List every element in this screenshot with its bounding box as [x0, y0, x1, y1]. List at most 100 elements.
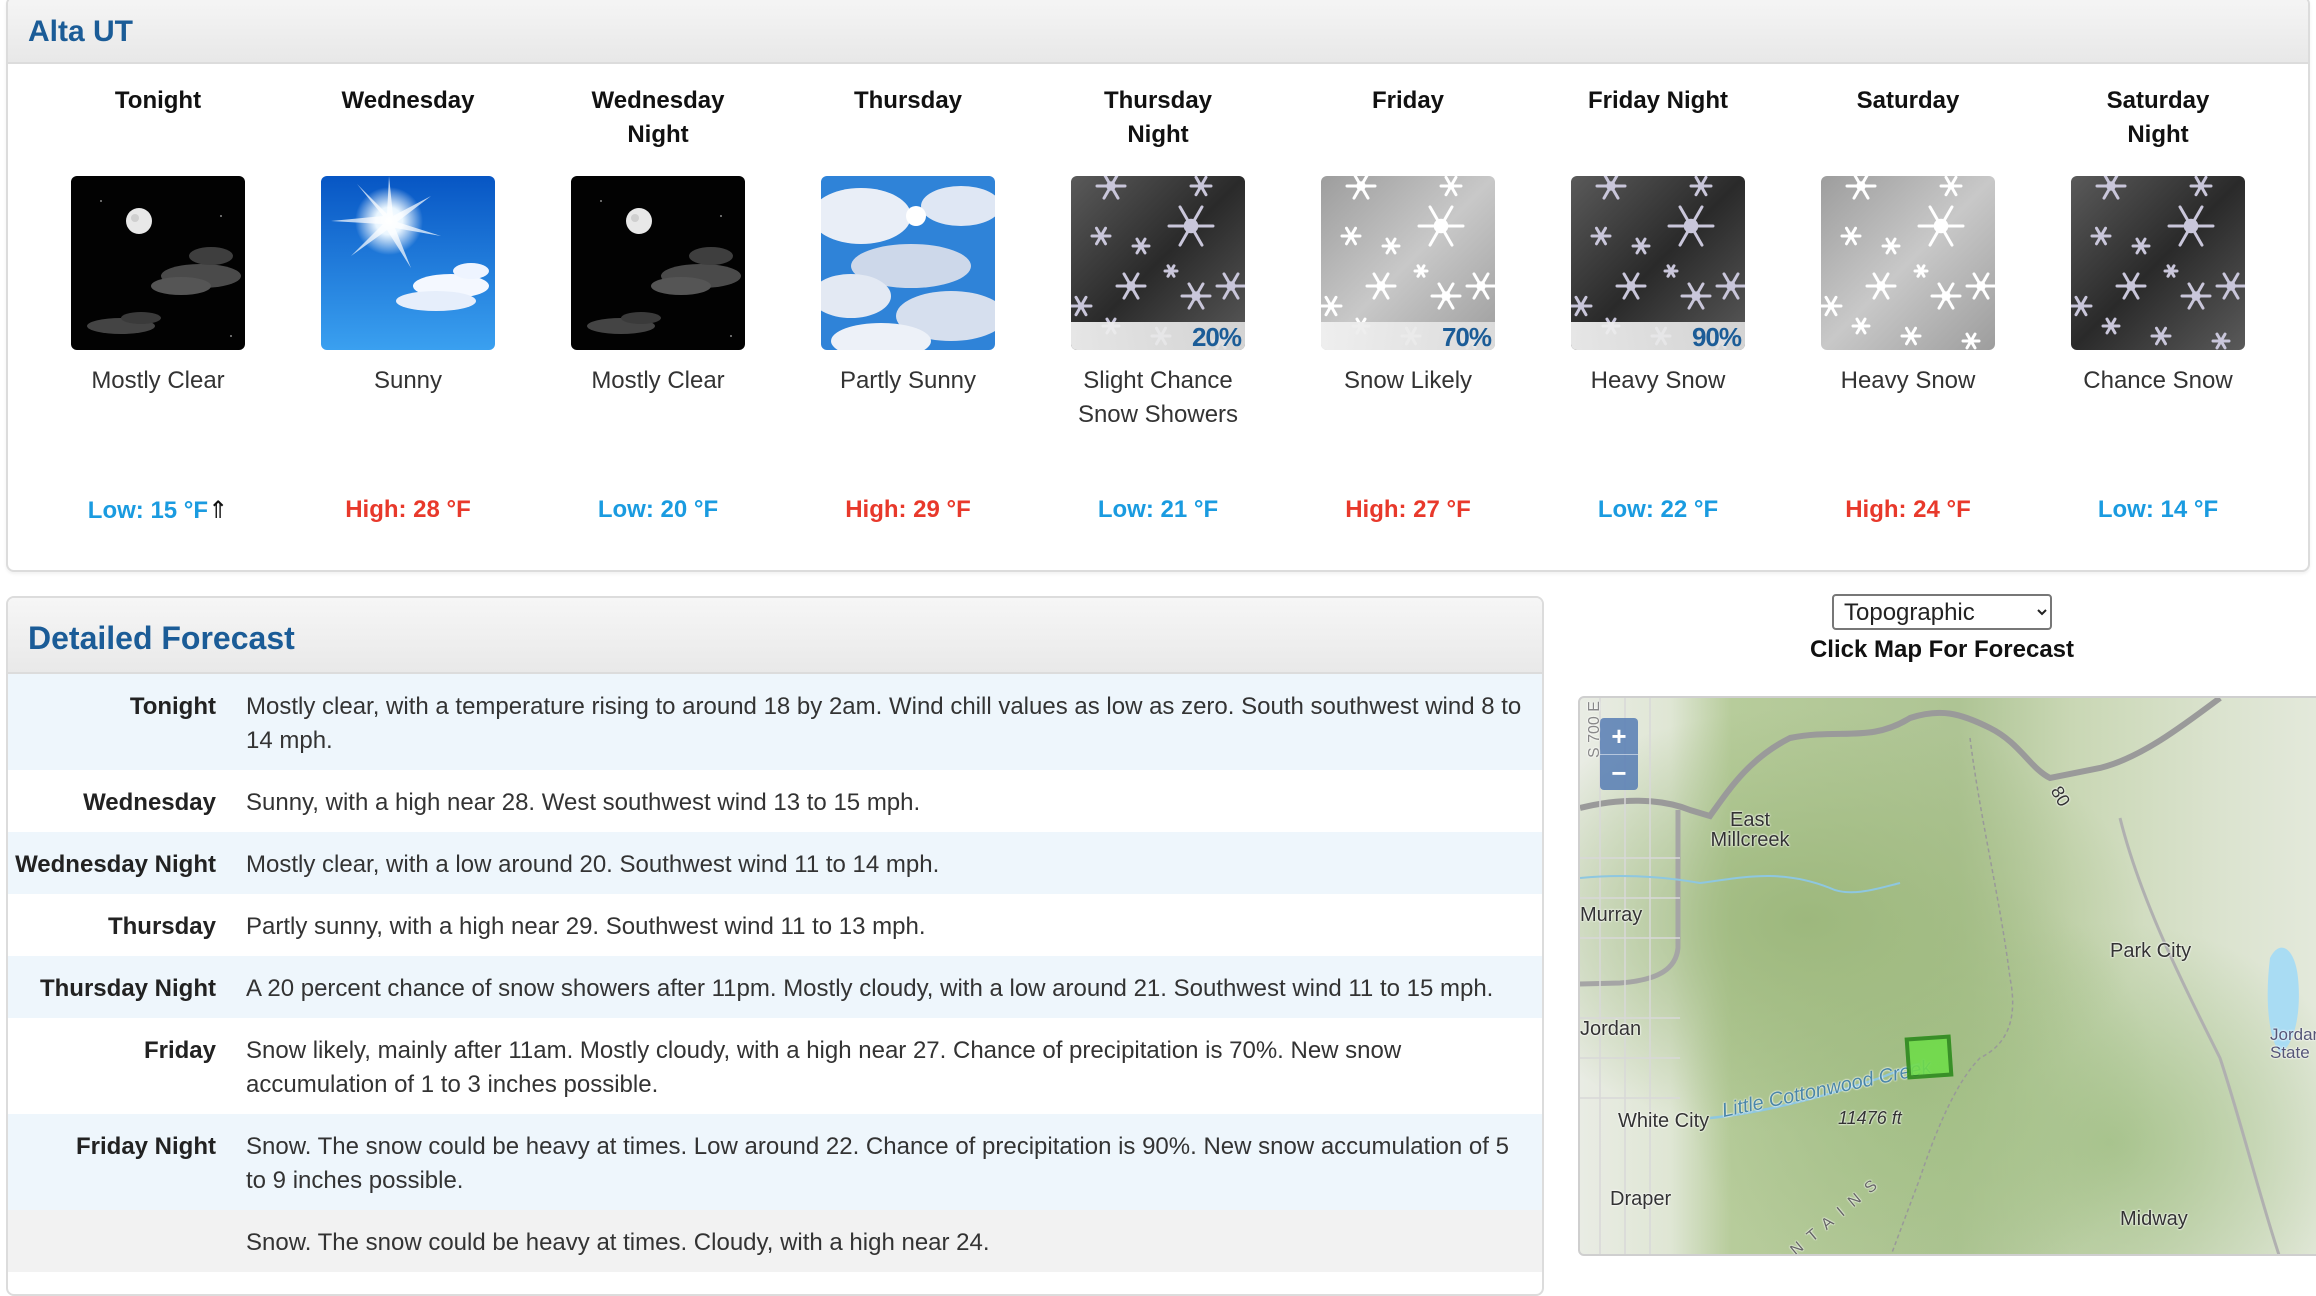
partly-sunny-icon[interactable]	[821, 176, 995, 350]
forecast-period[interactable]: Thursday Night 20% Slight Chance Snow Show…	[1033, 64, 1283, 570]
forecast-period[interactable]: Saturday Heavy Snow High: 24 °F	[1783, 64, 2033, 570]
detailed-forecast-row: Thursday Partly sunny, with a high near 2…	[8, 894, 1542, 956]
zoom-in-button[interactable]: +	[1600, 718, 1638, 754]
night-clear-moon-icon[interactable]	[71, 176, 245, 350]
temperature-value: High: 29 °F	[845, 496, 971, 523]
short-description: Heavy Snow	[1590, 367, 1726, 394]
snow-night-icon[interactable]: 90%	[1571, 176, 1745, 350]
snow-day-icon[interactable]	[1821, 176, 1995, 350]
forecast-period[interactable]: Tonight Mostly Clear Low: 15 °F⇑	[33, 64, 283, 570]
temperature-value: High: 24 °F	[1845, 496, 1971, 523]
detailed-forecast-row: Wednesday Sunny, with a high near 28. Wes…	[8, 770, 1542, 832]
forecast-periods: Tonight Mostly Clear Low: 15 °F⇑ Wednesday S…	[8, 64, 2308, 570]
snow-day-icon[interactable]: 70%	[1321, 176, 1495, 350]
temperature-value: Low: 14 °F	[2097, 496, 2219, 523]
detailed-forecast-header: Detailed Forecast	[8, 598, 1542, 674]
high-temperature: High: 27 °F	[1283, 496, 1533, 524]
precip-chance: 20%	[1071, 322, 1245, 350]
row-forecast-text: Snow likely, mainly after 11am. Mostly c…	[246, 1037, 1402, 1098]
forecast-map[interactable]: + − S 700 E East Millcreek Murray Jordan…	[1578, 696, 2316, 1256]
map-controls: Topographic Click Map For Forecast	[1560, 594, 2316, 664]
snow-day-icon-graphic	[1821, 176, 1995, 350]
row-period-label	[8, 1222, 246, 1260]
forecast-period[interactable]: Wednesday Sunny High: 28 °F	[283, 64, 533, 570]
row-forecast-text: Snow. The snow could be heavy at times. …	[246, 1229, 990, 1256]
map-label-street: S 700 E	[1586, 701, 1603, 758]
temperature-value: Low: 21 °F	[1097, 496, 1219, 523]
row-period-label: Tonight	[129, 693, 216, 720]
sunny-icon[interactable]	[321, 176, 495, 350]
row-forecast-text: Snow. The snow could be heavy at times. …	[246, 1133, 1509, 1194]
rising-arrow-icon: ⇑	[208, 497, 229, 524]
low-temperature: Low: 21 °F	[1033, 496, 1283, 524]
sunny-icon-graphic	[321, 176, 495, 350]
panel-header: Alta UT	[8, 0, 2308, 64]
temperature-value: Low: 15 °F	[87, 497, 209, 524]
precip-chance: 70%	[1321, 322, 1495, 350]
river	[1580, 874, 1901, 894]
map-label-draper: Draper	[1610, 1188, 1672, 1210]
night-clear-moon-icon-graphic	[571, 176, 745, 350]
map-features	[1580, 698, 2299, 1254]
location-title: Alta UT	[28, 15, 133, 48]
row-forecast-text: Partly sunny, with a high near 29. South…	[246, 913, 926, 940]
precip-chance: 90%	[1571, 322, 1745, 350]
map-label-midway: Midway	[2120, 1208, 2188, 1230]
detailed-forecast-rows: Tonight Mostly clear, with a temperature …	[8, 674, 1542, 1272]
forecast-period[interactable]: Thursday Partly Sunny High: 29 °F	[783, 64, 1033, 570]
period-name: Thursday	[853, 87, 963, 114]
forecast-location-marker[interactable]	[1904, 1034, 1954, 1080]
night-clear-moon-icon[interactable]	[571, 176, 745, 350]
map-layer-select[interactable]: Topographic	[1832, 594, 2052, 630]
forecast-period[interactable]: Wednesday Night Mostly Clear Low: 20 °F	[533, 64, 783, 570]
boundary	[1890, 737, 2014, 1254]
row-period-label: Friday Night	[75, 1133, 216, 1160]
zoom-control: + −	[1600, 718, 1638, 790]
period-name: Tonight	[114, 87, 202, 114]
detailed-forecast-row: Friday Night Snow. The snow could be heav…	[8, 1114, 1542, 1210]
detailed-forecast-panel: Detailed Forecast Tonight Mostly clear, w…	[6, 596, 1544, 1296]
zoom-out-button[interactable]: −	[1600, 754, 1638, 790]
temperature-value: Low: 22 °F	[1597, 496, 1719, 523]
period-name: Saturday	[1856, 87, 1960, 114]
detailed-forecast-row: Tonight Mostly clear, with a temperature …	[8, 674, 1542, 770]
night-clear-moon-icon-graphic	[71, 176, 245, 350]
short-description: Slight Chance Snow Showers	[1077, 367, 1239, 428]
snow-night-icon-graphic	[2071, 176, 2245, 350]
map-label-east-millcreek: East Millcreek	[1710, 809, 1790, 851]
forecast-period[interactable]: Saturday Night Chance Snow Low: 14 °F	[2033, 64, 2283, 570]
detailed-forecast-row: Thursday Night A 20 percent chance of sno…	[8, 956, 1542, 1018]
temperature-value: Low: 20 °F	[597, 496, 719, 523]
low-temperature: Low: 20 °F	[533, 496, 783, 524]
row-period-label: Thursday	[107, 913, 216, 940]
forecast-period[interactable]: Friday Night 90% Heavy Snow Low: 22 °F	[1533, 64, 1783, 570]
forecast-period[interactable]: Friday 70% Snow Likely High: 27 °F	[1283, 64, 1533, 570]
map-label-elevation: 11476 ft	[1838, 1108, 1902, 1128]
map-label-white-city: White City	[1618, 1110, 1710, 1132]
period-name: Saturday Night	[2106, 87, 2210, 148]
short-description: Mostly Clear	[91, 367, 225, 394]
high-temperature: High: 28 °F	[283, 496, 533, 524]
row-period-label: Friday	[143, 1037, 216, 1064]
map-label-jordanelle: Jordanelle State	[2270, 1025, 2316, 1062]
temperature-value: High: 28 °F	[345, 496, 471, 523]
period-name: Friday	[1371, 87, 1445, 114]
short-description: Chance Snow	[2083, 367, 2233, 394]
high-temperature: High: 29 °F	[783, 496, 1033, 524]
detailed-forecast-row: Friday Snow likely, mainly after 11am. Mo…	[8, 1018, 1542, 1114]
row-period-label: Wednesday	[83, 789, 216, 816]
map-caption: Click Map For Forecast	[1809, 636, 2075, 663]
row-period-label: Wednesday Night	[15, 851, 216, 878]
temperature-value: High: 27 °F	[1345, 496, 1471, 523]
period-name: Friday Night	[1587, 87, 1728, 114]
row-forecast-text: Sunny, with a high near 28. West southwe…	[246, 789, 921, 816]
partly-sunny-icon-graphic	[821, 176, 995, 350]
snow-night-icon[interactable]	[2071, 176, 2245, 350]
detailed-forecast-row: Wednesday Night Mostly clear, with a low …	[8, 832, 1542, 894]
short-description: Heavy Snow	[1840, 367, 1976, 394]
highway-road	[2118, 817, 2281, 1254]
period-name: Thursday Night	[1103, 87, 1213, 148]
snow-night-icon[interactable]: 20%	[1071, 176, 1245, 350]
detailed-forecast-title: Detailed Forecast	[28, 619, 295, 656]
row-forecast-text: Mostly clear, with a temperature rising …	[246, 693, 1522, 754]
